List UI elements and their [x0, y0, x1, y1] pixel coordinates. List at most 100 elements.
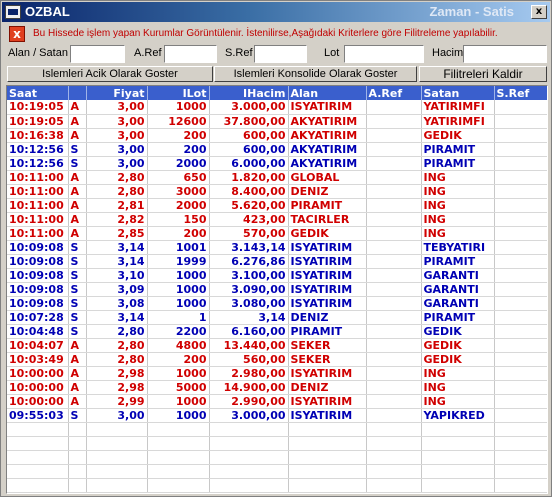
cell-tip: S	[68, 296, 87, 311]
table-row[interactable]: 10:09:08 S 3,09 1000 3.090,00 ISYATIRIM GARANT…	[7, 282, 547, 297]
empty-cell	[68, 436, 87, 451]
table-row[interactable]: 10:00:00 A 2,98 5000 14.900,00 DENIZ ING	[7, 380, 547, 395]
cell-sref	[494, 268, 547, 283]
cell-satan: YATIRIMFI	[421, 114, 495, 129]
cell-sref	[494, 324, 547, 339]
cell-saat: 10:16:38	[7, 128, 69, 143]
cell-fiyat: 3,00	[86, 156, 148, 171]
table-row[interactable]: 10:16:38 A 3,00 200 600,00 AKYATIRIM GEDIK	[7, 128, 547, 143]
cell-satan: PIRAMIT	[421, 310, 495, 325]
cell-sref	[494, 198, 547, 213]
cell-saat: 10:11:00	[7, 212, 69, 227]
sref-input[interactable]	[254, 45, 307, 63]
cell-aref	[366, 254, 422, 269]
cell-alan: ISYATIRIM	[288, 394, 367, 409]
table-row[interactable]: 10:00:00 A 2,99 1000 2.990,00 ISYATIRIM ING	[7, 394, 547, 409]
cell-satan: YATIRIMFI	[421, 100, 495, 115]
table-row[interactable]: 10:09:08 S 3,10 1000 3.100,00 ISYATIRIM GARANT…	[7, 268, 547, 283]
cell-alan: DENIZ	[288, 184, 367, 199]
table-row[interactable]: 10:07:28 S 3,14 1 3,14 DENIZ PIRAMIT	[7, 310, 547, 325]
empty-cell	[7, 436, 69, 451]
cell-tip: A	[68, 366, 87, 381]
cell-lot: 1	[147, 310, 210, 325]
cell-alan: DENIZ	[288, 380, 367, 395]
empty-cell	[209, 422, 289, 437]
cell-saat: 10:09:08	[7, 296, 69, 311]
cell-saat: 10:11:00	[7, 198, 69, 213]
cell-lot: 650	[147, 170, 210, 185]
table-row[interactable]: 10:03:49 A 2,80 200 560,00 SEKER GEDIK	[7, 352, 547, 367]
cell-aref	[366, 198, 422, 213]
table-header-row: Saat Fiyat ILot IHacim Alan A.Ref Satan …	[7, 86, 547, 100]
table-row[interactable]: 10:04:07 A 2,80 4800 13.440,00 SEKER GEDIK	[7, 338, 547, 353]
column-header-saat[interactable]: Saat	[7, 86, 69, 100]
table-row[interactable]: 10:11:00 A 2,81 2000 5.620,00 PIRAMIT ING	[7, 198, 547, 213]
cell-saat: 10:11:00	[7, 226, 69, 241]
cell-lot: 1000	[147, 408, 210, 423]
table-row[interactable]: 10:09:08 S 3,14 1001 3.143,14 ISYATIRIM TEBYAT…	[7, 240, 547, 255]
column-header-sref[interactable]: S.Ref	[494, 86, 547, 100]
cell-tip: S	[68, 324, 87, 339]
empty-cell	[421, 422, 495, 437]
column-header-hacim[interactable]: IHacim	[209, 86, 289, 100]
cell-sref	[494, 142, 547, 157]
table-row[interactable]: 09:55:03 S 3,00 1000 3.000,00 ISYATIRIM YAPIKR…	[7, 408, 547, 423]
cell-satan: ING	[421, 226, 495, 241]
cell-fiyat: 3,00	[86, 114, 148, 129]
clear-filters-button[interactable]: Filitreleri Kaldir	[419, 66, 547, 82]
column-header-tip[interactable]	[68, 86, 87, 100]
alan-satan-input[interactable]	[70, 45, 125, 63]
column-header-fiyat[interactable]: Fiyat	[86, 86, 148, 100]
show-open-button[interactable]: Islemleri Acik Olarak Goster	[7, 66, 213, 82]
table-row[interactable]: 10:00:00 A 2,98 1000 2.980,00 ISYATIRIM ING	[7, 366, 547, 381]
column-header-lot[interactable]: ILot	[147, 86, 210, 100]
table-row[interactable]: 10:11:00 A 2,80 650 1.820,00 GLOBAL ING	[7, 170, 547, 185]
show-consolidated-button[interactable]: Islemleri Konsolide Olarak Goster	[214, 66, 417, 82]
trade-window: OZBAL Zaman - Satis x x Bu Hissede işlem…	[0, 0, 552, 497]
empty-row	[7, 422, 547, 437]
cell-satan: GARANTI	[421, 268, 495, 283]
empty-row	[7, 478, 547, 493]
title-bar[interactable]: OZBAL Zaman - Satis x	[2, 2, 550, 22]
table-row[interactable]: 10:09:08 S 3,14 1999 6.276,86 ISYATIRIM PIRAMI…	[7, 254, 547, 269]
close-button[interactable]: x	[531, 5, 547, 19]
table-row[interactable]: 10:19:05 A 3,00 1000 3.000,00 ISYATIRIM YATIRI…	[7, 100, 547, 115]
cell-aref	[366, 142, 422, 157]
cell-saat: 10:09:08	[7, 282, 69, 297]
cell-aref	[366, 408, 422, 423]
empty-cell	[288, 436, 367, 451]
cell-alan: PIRAMIT	[288, 324, 367, 339]
lot-input[interactable]	[344, 45, 424, 63]
empty-cell	[366, 464, 422, 479]
window-title: OZBAL	[25, 4, 70, 19]
table-row[interactable]: 10:11:00 A 2,85 200 570,00 GEDIK ING	[7, 226, 547, 241]
cell-saat: 10:12:56	[7, 156, 69, 171]
column-header-aref[interactable]: A.Ref	[366, 86, 422, 100]
table-row[interactable]: 10:09:08 S 3,08 1000 3.080,00 ISYATIRIM GARANT…	[7, 296, 547, 311]
column-header-satan[interactable]: Satan	[421, 86, 495, 100]
table-row[interactable]: 10:04:48 S 2,80 2200 6.160,00 PIRAMIT GEDIK	[7, 324, 547, 339]
cell-alan: GLOBAL	[288, 170, 367, 185]
table-row[interactable]: 10:19:05 A 3,00 12600 37.800,00 AKYATIRIM YATI…	[7, 114, 547, 129]
cell-hacim: 3.080,00	[209, 296, 289, 311]
table-row[interactable]: 10:11:00 A 2,80 3000 8.400,00 DENIZ ING	[7, 184, 547, 199]
cell-alan: ISYATIRIM	[288, 408, 367, 423]
table-row[interactable]: 10:12:56 S 3,00 200 600,00 AKYATIRIM PIRAMIT	[7, 142, 547, 157]
cell-fiyat: 2,80	[86, 170, 148, 185]
cell-satan: ING	[421, 198, 495, 213]
trades-grid[interactable]: Saat Fiyat ILot IHacim Alan A.Ref Satan …	[6, 85, 548, 494]
aref-input[interactable]	[164, 45, 217, 63]
cell-aref	[366, 184, 422, 199]
cell-tip: S	[68, 310, 87, 325]
empty-cell	[421, 464, 495, 479]
empty-cell	[147, 478, 210, 493]
cell-sref	[494, 296, 547, 311]
column-header-alan[interactable]: Alan	[288, 86, 367, 100]
table-row[interactable]: 10:11:00 A 2,82 150 423,00 TACIRLER ING	[7, 212, 547, 227]
empty-cell	[86, 450, 148, 465]
table-row[interactable]: 10:12:56 S 3,00 2000 6.000,00 AKYATIRIM PIRAMI…	[7, 156, 547, 171]
cell-hacim: 423,00	[209, 212, 289, 227]
cell-hacim: 2.980,00	[209, 366, 289, 381]
hacim-input[interactable]	[463, 45, 547, 63]
info-close-icon[interactable]: x	[9, 26, 25, 42]
